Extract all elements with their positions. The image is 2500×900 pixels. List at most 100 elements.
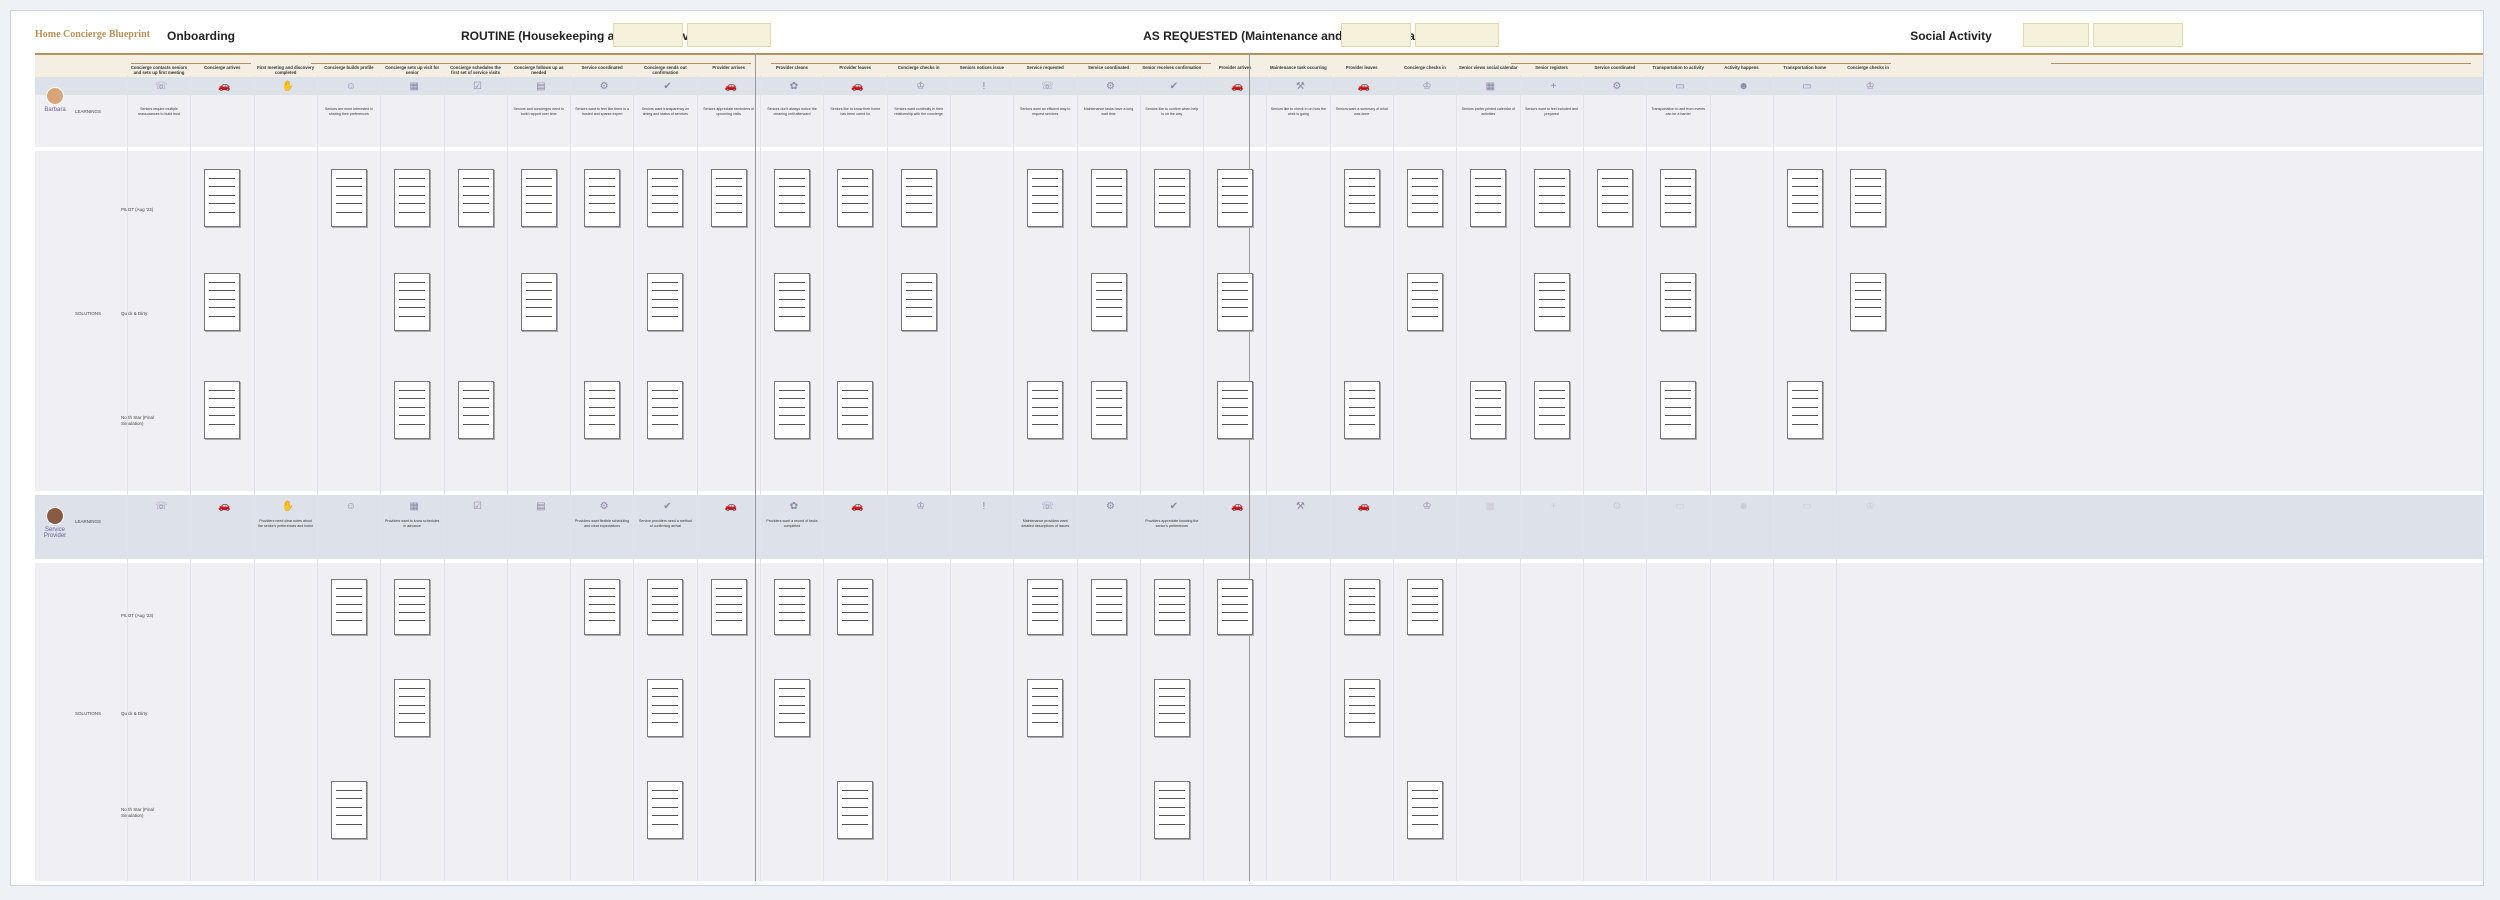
sub-label-pilot: PILOT (Aug '23) [121,207,154,212]
sketch-line [779,178,805,179]
sketch-line [1222,604,1249,605]
sketch-card [1786,169,1823,227]
sketch-card [1217,169,1254,227]
sketch-line [399,620,426,621]
sketch-line [1475,178,1502,179]
sketch-line [842,806,869,808]
sketch-card [1153,169,1190,227]
sketch-line [1538,203,1565,205]
calendar-icon: ▦ [409,501,419,512]
sketch-line [335,211,362,213]
checklist-icon: ☑ [473,81,482,92]
sketch-line [779,596,805,597]
sketch-card [330,169,367,227]
column-separator [1266,75,1268,881]
sketch-line [652,315,679,317]
sketch-line [1222,203,1249,205]
bell-icon: ♔ [916,501,926,512]
sketch-line [1222,186,1249,188]
sketch-line [399,423,426,425]
sketch-line [1222,415,1249,417]
sketch-line [715,178,742,179]
alert-icon: ! [982,81,986,92]
phase-line [771,63,1211,64]
sketch-line [1222,211,1249,213]
calendar-icon: ▦ [1485,81,1496,92]
sketch-line [842,798,869,800]
sketch-line [1348,688,1375,689]
sketch-line [1095,194,1122,196]
sketch-line [652,290,679,292]
coordination-icon: ⚙ [1612,81,1622,92]
coordination-icon: ⚙ [1612,501,1622,512]
column-separator [823,75,825,881]
step-label: Service coordinated [1594,65,1636,70]
sketch-line [1222,282,1249,283]
car-icon: 🚗 [218,81,231,92]
sketch-line [715,604,742,605]
sketch-card [330,781,367,839]
sketch-line [335,806,362,808]
sticky-note [1341,23,1411,47]
sketch-line [715,620,742,621]
sketch-card [330,579,367,635]
sketch-card [647,273,684,331]
bus-icon: ▭ [1802,81,1812,92]
sketch-line [779,186,805,188]
sketch-line [652,798,679,800]
sketch-line [1032,186,1059,188]
sketch-line [1412,315,1438,317]
sketch-card [584,381,621,439]
sketch-line [1601,178,1628,179]
sketch-line [1791,194,1818,196]
car-icon: 🚗 [1357,81,1371,92]
sketch-line [1222,423,1249,425]
sketch-line [209,203,236,205]
sketch-line [779,406,805,408]
check-icon: ✔ [1169,501,1178,512]
sketch-line [209,415,236,417]
sketch-line [209,390,236,391]
sketch-line [1855,282,1882,283]
barbara-learnings-header-band [35,77,2483,95]
sketch-line [1538,186,1565,188]
sketch-line [652,790,679,791]
sketch-line [1791,203,1818,205]
alert-icon: ! [982,501,986,512]
sketch-line [1158,596,1185,597]
sketch-line [1032,604,1059,605]
sketch-line [1348,713,1375,715]
row-label-learnings: LEARNINGS [75,519,102,524]
sketch-line [1855,203,1882,205]
sketch-line [335,178,362,179]
sketch-card [204,381,241,439]
sketch-line [1538,315,1565,317]
sketch-line [399,596,426,597]
handshake-icon: ✋ [281,501,295,512]
sketch-card [1090,169,1127,227]
column-separator [380,75,382,881]
sketch-line [779,612,805,613]
sketch-line [652,704,679,706]
step-label: Transportation to activity [1652,65,1704,70]
check-icon: ✔ [663,501,672,512]
sketch-line [525,298,552,300]
sticky-note [613,23,683,47]
sketch-line [1665,390,1692,391]
sketch-line [1032,390,1059,391]
sketch-line [842,620,869,621]
sketch-line [779,604,805,605]
step-label: Concierge arrives [204,65,241,70]
sketch-line [652,604,679,605]
column-separator [886,75,888,881]
calendar-icon: ▦ [409,81,419,92]
sketch-line [1222,390,1249,391]
learning-note: Seniors and concierges need to build rap… [513,107,565,116]
sketch-line [209,290,236,292]
sketch-line [1665,178,1692,179]
sketch-line [1032,688,1059,689]
sketch-card [1027,679,1064,737]
sketch-line [462,211,489,213]
step-label: Service coordinated [581,65,623,70]
profile-icon: ☺ [345,501,356,512]
